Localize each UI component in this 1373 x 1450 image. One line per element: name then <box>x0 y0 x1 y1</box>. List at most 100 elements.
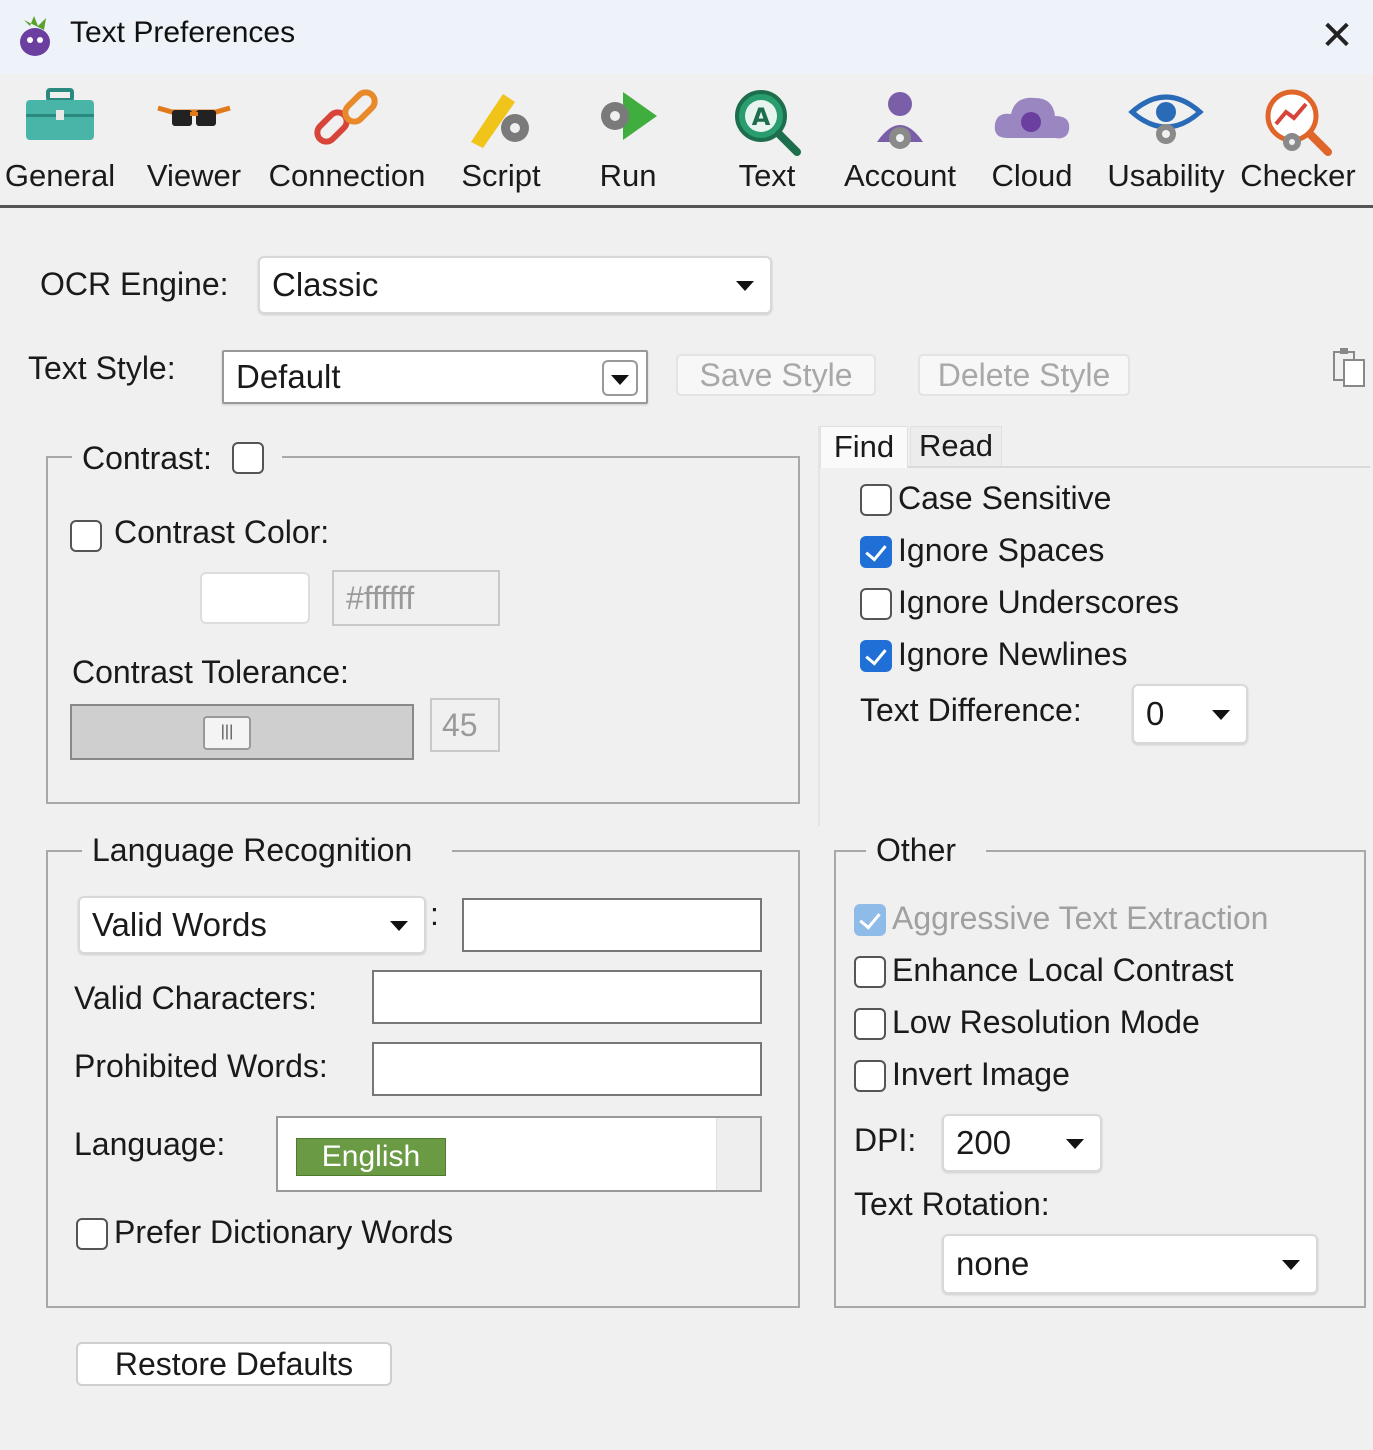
close-icon[interactable]: ✕ <box>1315 14 1359 58</box>
toolbar-account[interactable]: Account <box>838 74 962 204</box>
contrast-tolerance-slider[interactable]: ||| <box>70 704 414 760</box>
enhance-local-contrast-label: Enhance Local Contrast <box>892 952 1234 988</box>
text-difference-select[interactable]: 0 <box>1132 684 1248 744</box>
toolbar-cloud[interactable]: Cloud <box>980 74 1084 204</box>
valid-characters-input[interactable] <box>372 970 762 1024</box>
eye-gear-icon <box>1128 94 1204 144</box>
chain-link-icon <box>314 89 378 145</box>
run-gear-icon <box>601 92 657 140</box>
text-style-label: Text Style: <box>28 350 176 386</box>
window-title: Text Preferences <box>70 16 296 49</box>
text-style-dropdown-button[interactable] <box>602 360 638 396</box>
toolbar-run[interactable]: Run <box>576 74 680 204</box>
chevron-down-icon <box>1066 1139 1084 1149</box>
text-difference-value: 0 <box>1146 695 1165 732</box>
invert-image-checkbox[interactable] <box>854 1060 886 1092</box>
chevron-down-icon <box>390 921 408 931</box>
app-logo-icon <box>14 12 56 58</box>
save-style-button[interactable]: Save Style <box>676 354 876 396</box>
case-sensitive-checkbox[interactable] <box>860 484 892 516</box>
tab-read[interactable]: Read <box>910 426 1002 466</box>
toolbar-script-label: Script <box>461 158 541 193</box>
language-recognition-legend: Language Recognition <box>82 830 453 870</box>
restore-defaults-button[interactable]: Restore Defaults <box>76 1342 392 1386</box>
text-rotation-value: none <box>956 1245 1030 1282</box>
case-sensitive-label: Case Sensitive <box>898 480 1112 516</box>
dpi-value: 200 <box>956 1124 1012 1161</box>
toolbar-usability[interactable]: Usability <box>1104 74 1228 204</box>
toolbar-script[interactable]: Script <box>446 74 556 204</box>
language-mode-colon: : <box>430 896 439 932</box>
toolbar-viewer[interactable]: Viewer <box>134 74 254 204</box>
contrast-color-label: Contrast Color: <box>114 514 330 550</box>
contrast-color-swatch[interactable] <box>200 572 310 624</box>
enhance-local-contrast-checkbox[interactable] <box>854 956 886 988</box>
contrast-color-checkbox[interactable] <box>70 520 102 552</box>
toolbar-general[interactable]: General <box>0 74 120 204</box>
ocr-engine-label: OCR Engine: <box>40 266 229 302</box>
text-difference-label: Text Difference: <box>860 692 1082 728</box>
prefer-dictionary-words-checkbox[interactable] <box>76 1218 108 1250</box>
text-search-icon: A <box>735 90 801 156</box>
language-list[interactable]: English <box>276 1116 762 1192</box>
text-style-select[interactable]: Default <box>222 350 648 404</box>
toolbar-cloud-label: Cloud <box>991 158 1073 193</box>
low-resolution-mode-label: Low Resolution Mode <box>892 1004 1200 1040</box>
toolbar-checker-label: Checker <box>1240 158 1356 193</box>
cloud-icon <box>994 97 1070 139</box>
toolbar-viewer-label: Viewer <box>146 158 242 193</box>
delete-style-button[interactable]: Delete Style <box>918 354 1130 396</box>
invert-image-label: Invert Image <box>892 1056 1070 1092</box>
clipboard-icon[interactable] <box>1330 344 1368 388</box>
text-rotation-select[interactable]: none <box>942 1234 1318 1294</box>
valid-words-input[interactable] <box>462 898 762 952</box>
toolbar-checker[interactable]: Checker <box>1238 74 1358 204</box>
toolbar-connection-label: Connection <box>268 158 426 193</box>
user-gear-icon <box>877 92 923 149</box>
chevron-down-icon <box>1212 710 1230 720</box>
toolbar-usability-label: Usability <box>1107 158 1225 193</box>
ignore-spaces-label: Ignore Spaces <box>898 532 1105 568</box>
chart-search-icon <box>1265 89 1332 156</box>
ignore-underscores-label: Ignore Underscores <box>898 584 1180 620</box>
ocr-engine-select[interactable]: Classic <box>258 256 772 314</box>
toolbox-icon <box>26 88 94 140</box>
contrast-tolerance-value[interactable]: 45 <box>430 698 500 752</box>
chevron-down-icon <box>1282 1260 1300 1270</box>
dpi-label: DPI: <box>854 1122 917 1158</box>
chevron-down-icon <box>611 375 629 385</box>
language-list-scrollbar[interactable] <box>716 1118 760 1190</box>
language-label: Language: <box>74 1126 226 1162</box>
text-style-value: Default <box>236 358 341 395</box>
ocr-engine-value: Classic <box>272 266 379 303</box>
ignore-newlines-checkbox[interactable] <box>860 640 892 672</box>
other-legend: Other <box>866 830 987 870</box>
language-mode-select[interactable]: Valid Words <box>78 896 426 954</box>
valid-characters-label: Valid Characters: <box>74 980 318 1016</box>
contrast-color-hex-field[interactable]: #ffffff <box>332 570 500 626</box>
prohibited-words-label: Prohibited Words: <box>74 1048 328 1084</box>
tab-panel-divider <box>818 426 820 826</box>
dpi-select[interactable]: 200 <box>942 1114 1102 1172</box>
script-gear-icon <box>471 94 529 148</box>
toolbar-text-label: Text <box>738 158 796 193</box>
toolbar-run-label: Run <box>599 158 657 193</box>
ignore-spaces-checkbox[interactable] <box>860 536 892 568</box>
toolbar-text[interactable]: A Text <box>712 74 822 204</box>
low-resolution-mode-checkbox[interactable] <box>854 1008 886 1040</box>
toolbar-account-label: Account <box>843 158 956 193</box>
ignore-underscores-checkbox[interactable] <box>860 588 892 620</box>
slider-thumb[interactable]: ||| <box>203 716 251 750</box>
aggressive-text-extraction-checkbox[interactable] <box>854 904 886 936</box>
chevron-down-icon <box>736 281 754 291</box>
prohibited-words-input[interactable] <box>372 1042 762 1096</box>
language-chip[interactable]: English <box>296 1138 446 1176</box>
contrast-label: Contrast: <box>82 439 212 476</box>
ignore-newlines-label: Ignore Newlines <box>898 636 1128 672</box>
glasses-icon <box>157 105 231 126</box>
tab-find[interactable]: Find <box>820 426 908 468</box>
toolbar-connection[interactable]: Connection <box>264 74 430 204</box>
contrast-checkbox[interactable] <box>231 442 264 474</box>
svg-text:A: A <box>752 103 771 131</box>
toolbar-general-label: General <box>4 158 116 193</box>
